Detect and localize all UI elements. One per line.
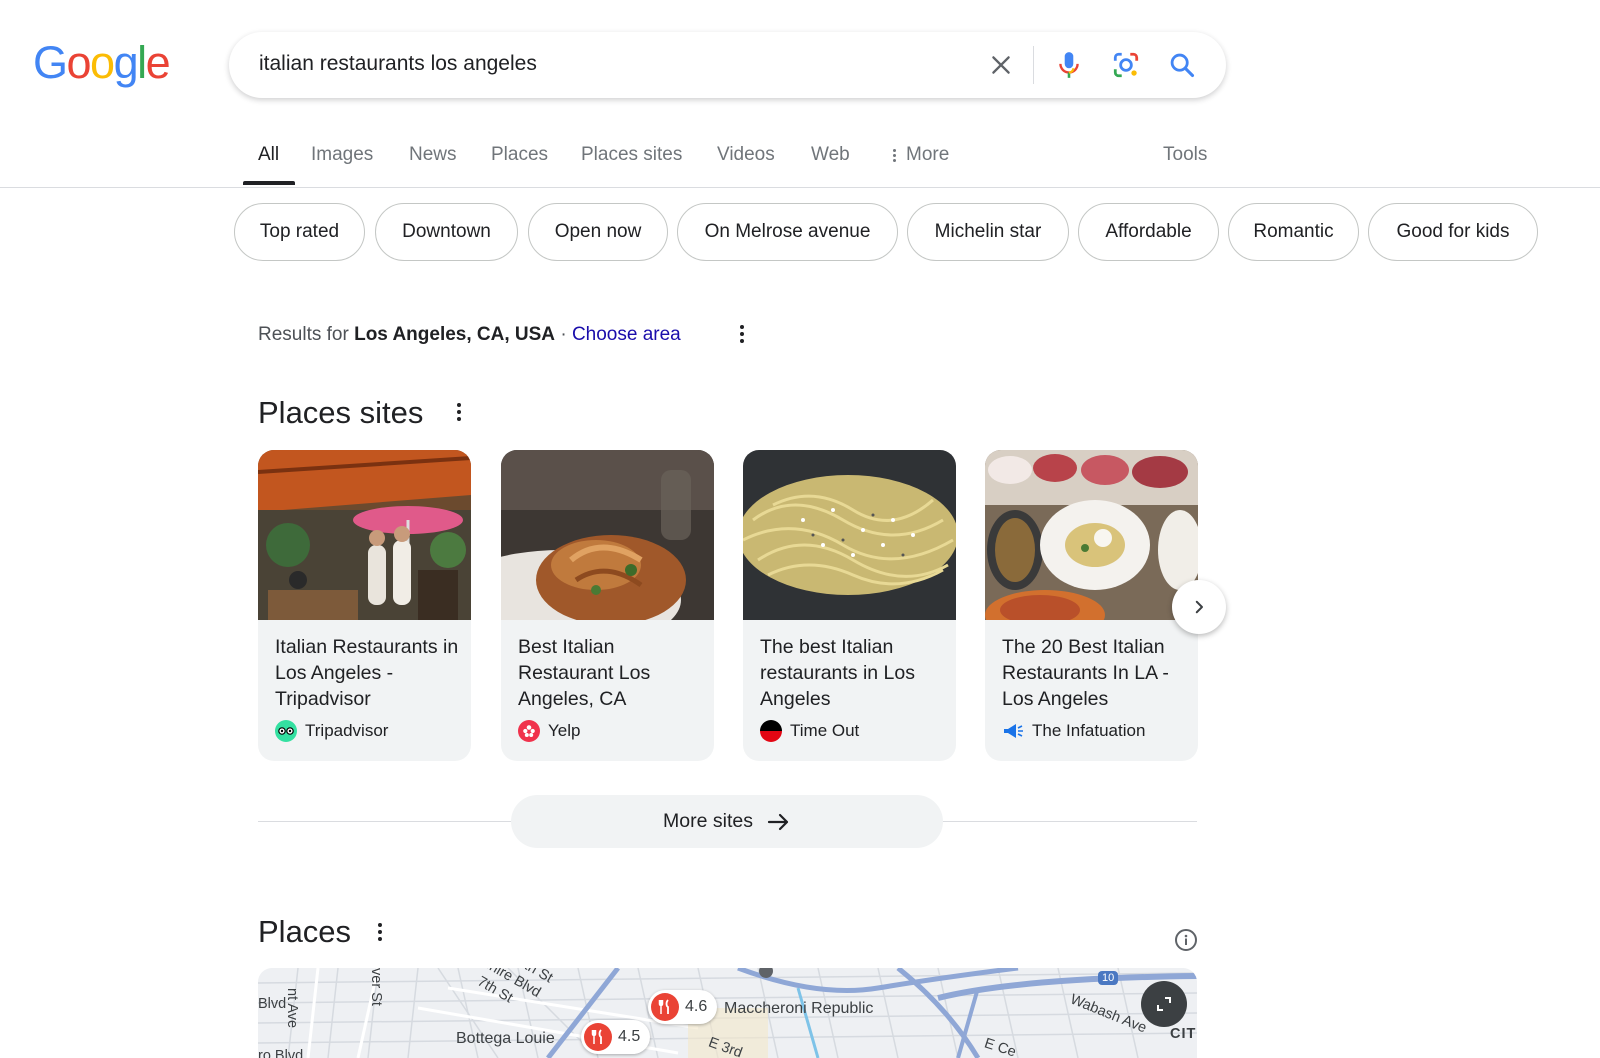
card-source: Tripadvisor (275, 720, 388, 742)
tab-videos[interactable]: Videos (717, 144, 775, 166)
freeway-shield: 10 (1098, 971, 1119, 985)
logo-letter: o (90, 37, 115, 88)
arrow-right-icon (767, 813, 789, 830)
card-photo (258, 450, 471, 620)
logo-letter: l (137, 37, 147, 88)
map-label: Blvd (258, 996, 287, 1012)
expand-icon (1157, 997, 1171, 1011)
chip-open-now[interactable]: Open now (528, 203, 668, 261)
places-sites-more-icon[interactable] (447, 400, 471, 424)
tab-all[interactable]: All (258, 144, 279, 166)
tripadvisor-icon (275, 720, 297, 742)
pin-rating: 4.6 (685, 998, 708, 1015)
tab-web[interactable]: Web (811, 144, 850, 166)
infatuation-icon (1002, 720, 1024, 742)
location-prefix: Results for (258, 324, 349, 345)
timeout-icon (760, 720, 782, 742)
map-label: ver St (368, 968, 384, 1006)
card-title: The best Italian restaurants in Los Ange… (760, 636, 916, 710)
chip-melrose[interactable]: On Melrose avenue (677, 203, 898, 261)
search-tabs: All Images News Places Places sites Vide… (0, 138, 1600, 188)
places-more-icon[interactable] (368, 920, 392, 944)
chip-affordable[interactable]: Affordable (1078, 203, 1219, 261)
site-card-infatuation[interactable]: The 20 Best Italian Restaurants In LA - … (985, 450, 1198, 761)
logo-letter: o (66, 37, 92, 88)
card-source-name: The Infatuation (1032, 721, 1146, 740)
tab-images[interactable]: Images (311, 144, 373, 166)
chip-top-rated[interactable]: Top rated (234, 203, 365, 261)
carousel-next-button[interactable] (1172, 580, 1226, 634)
site-card-tripadvisor[interactable]: Italian Restaurants in Los Angeles - Tri… (258, 450, 471, 761)
map-label: ro Blvd (258, 1048, 304, 1058)
restaurant-icon (584, 1023, 612, 1051)
yelp-icon (518, 720, 540, 742)
map-label: Bottega Louie (456, 1030, 555, 1047)
card-photo (501, 450, 714, 620)
map-label: Maccheroni Republic (724, 1000, 874, 1017)
location-notice: Results for Los Angeles, CA, USA · Choos… (258, 324, 681, 346)
logo-letter: g (113, 37, 139, 88)
card-title: The 20 Best Italian Restaurants In LA - … (1002, 636, 1169, 710)
location-place: Los Angeles, CA, USA (354, 324, 556, 345)
microphone-icon[interactable] (1051, 47, 1087, 83)
search-input[interactable]: italian restaurants los angeles (259, 52, 537, 76)
google-logo[interactable]: Google (33, 37, 171, 88)
card-source-name: Time Out (790, 721, 860, 740)
site-card-timeout[interactable]: The best Italian restaurants in Los Ange… (743, 450, 956, 761)
card-source-name: Tripadvisor (305, 721, 389, 740)
card-title: Best Italian Restaurant Los Angeles, CA (518, 636, 651, 710)
logo-letter: G (33, 37, 68, 88)
card-source: The Infatuation (1002, 720, 1145, 742)
card-title: Italian Restaurants in Los Angeles - Tri… (275, 636, 459, 710)
places-sites-heading: Places sites (258, 395, 424, 430)
card-photo (985, 450, 1198, 620)
lens-icon[interactable] (1108, 47, 1144, 83)
chevron-right-icon (1195, 600, 1203, 614)
more-sites-label: More sites (663, 810, 753, 832)
tab-more-label: More (906, 144, 950, 165)
search-box[interactable]: italian restaurants los angeles (229, 32, 1226, 98)
places-map[interactable]: Blvd nt Ave ver St shire Blvd 7th St 6th… (258, 968, 1197, 1058)
chip-romantic[interactable]: Romantic (1228, 203, 1359, 261)
restaurant-icon (651, 993, 679, 1021)
map-label: CIT (1170, 1026, 1197, 1042)
clear-icon[interactable] (983, 47, 1019, 83)
location-more-icon[interactable] (730, 322, 754, 346)
search-divider (1033, 46, 1034, 84)
chip-downtown[interactable]: Downtown (375, 203, 518, 261)
more-sites-button[interactable]: More sites (511, 795, 943, 848)
pin-rating: 4.5 (618, 1028, 641, 1045)
chip-good-for-kids[interactable]: Good for kids (1368, 203, 1538, 261)
places-heading: Places (258, 914, 352, 949)
map-pin[interactable]: 4.5 (581, 1020, 651, 1054)
tab-more[interactable]: More (893, 144, 949, 166)
tools-button[interactable]: Tools (1163, 144, 1207, 166)
map-label: nt Ave (284, 988, 300, 1029)
location-separator: · (560, 324, 567, 345)
active-tab-indicator (243, 181, 295, 185)
card-source: Time Out (760, 720, 859, 742)
search-icon[interactable] (1164, 47, 1200, 83)
map-pin[interactable]: 4.6 (648, 990, 718, 1024)
tab-news[interactable]: News (409, 144, 457, 166)
card-photo (743, 450, 956, 620)
logo-letter: e (145, 37, 171, 88)
info-icon[interactable] (1175, 929, 1197, 951)
site-card-yelp[interactable]: Best Italian Restaurant Los Angeles, CA … (501, 450, 714, 761)
card-source-name: Yelp (548, 721, 581, 740)
chip-michelin-star[interactable]: Michelin star (907, 203, 1069, 261)
card-source: Yelp (518, 720, 580, 742)
choose-area-link[interactable]: Choose area (572, 324, 681, 345)
tab-places-sites[interactable]: Places sites (581, 144, 682, 166)
expand-map-button[interactable] (1141, 981, 1187, 1027)
more-vert-icon (893, 148, 896, 162)
tab-places[interactable]: Places (491, 144, 548, 166)
